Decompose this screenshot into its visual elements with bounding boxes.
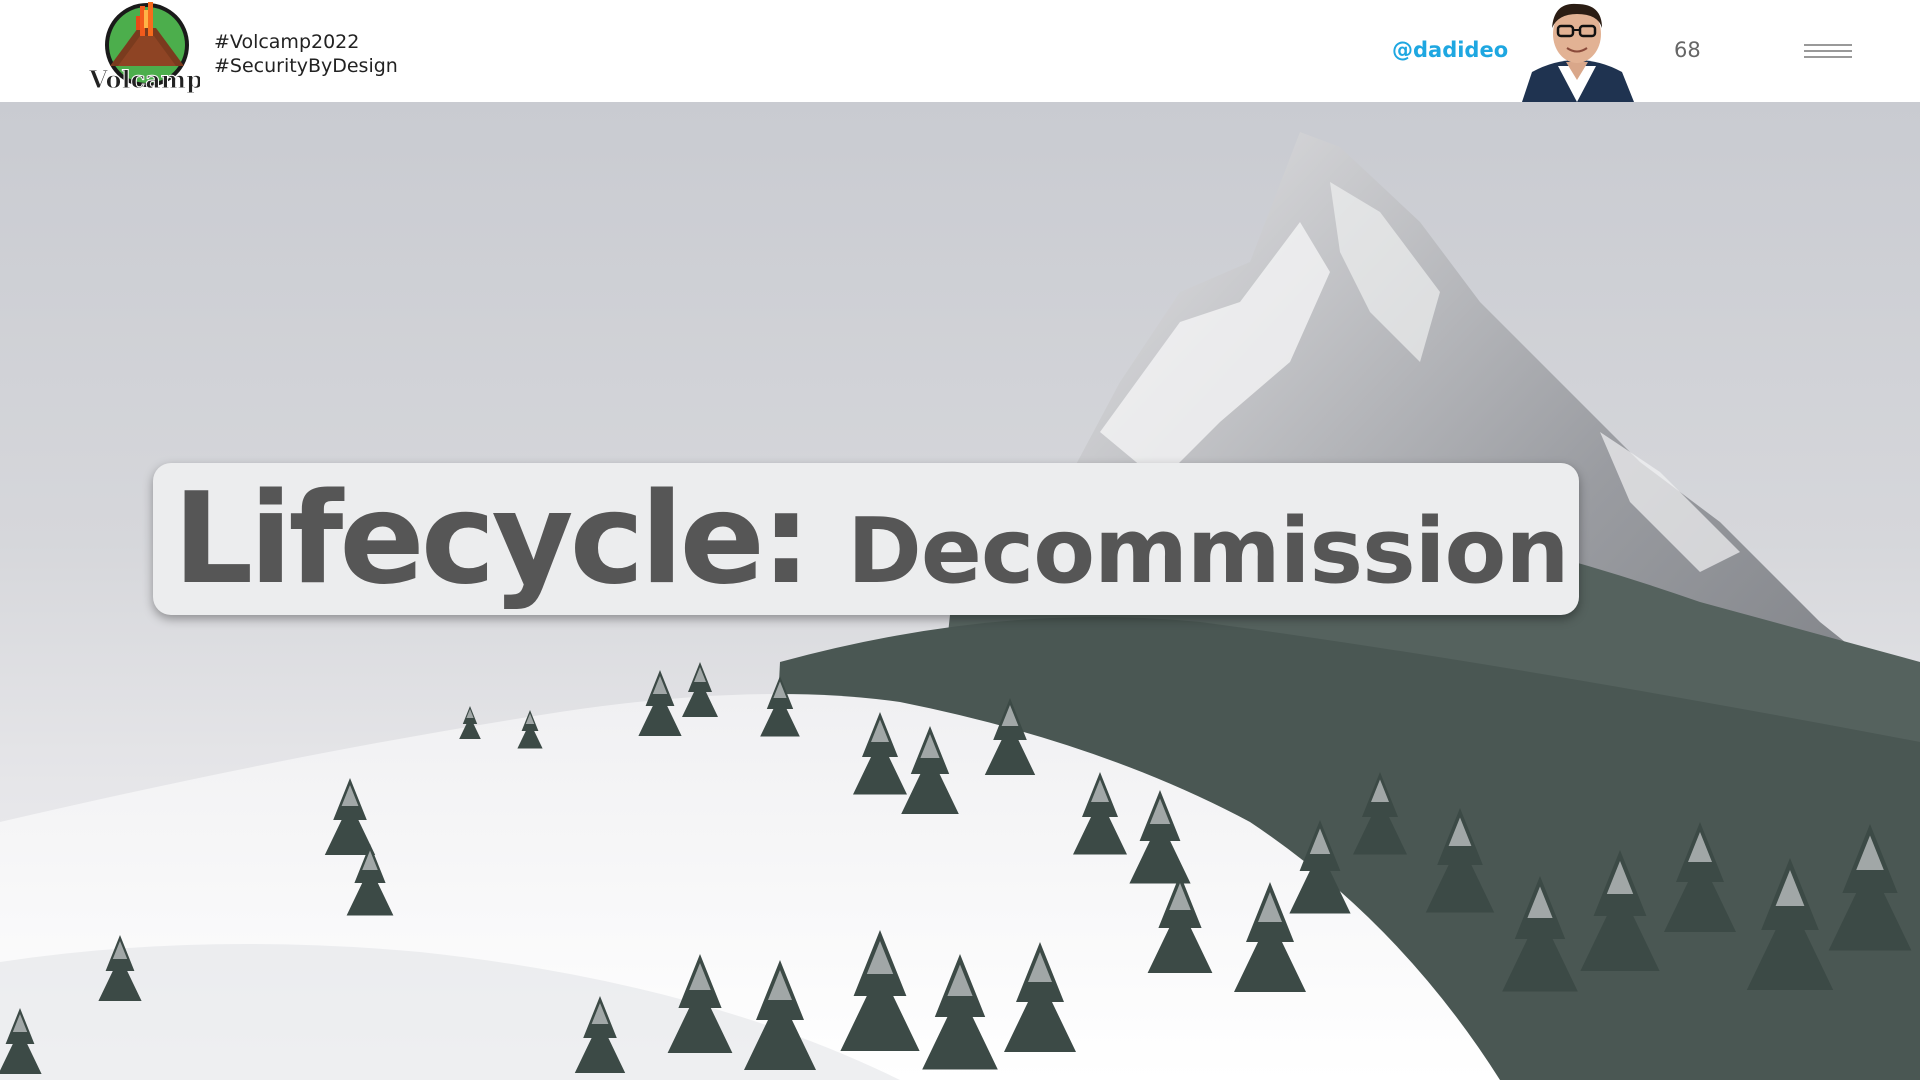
logo-text: Volcamp <box>88 65 200 94</box>
slide-header: Volcamp #Volcamp2022 #SecurityByDesign @… <box>0 0 1920 102</box>
hashtag-security: #SecurityByDesign <box>214 55 398 77</box>
volcamp-logo: Volcamp <box>88 0 203 95</box>
hamburger-menu-icon[interactable] <box>1804 44 1852 62</box>
hashtags: #Volcamp2022 #SecurityByDesign <box>214 30 398 78</box>
title-main: Lifecycle: <box>173 465 811 612</box>
hashtag-volcamp: #Volcamp2022 <box>214 31 360 53</box>
twitter-handle-link[interactable]: @dadideo <box>1392 38 1508 62</box>
title-sub: Decommission <box>847 499 1569 604</box>
speaker-avatar <box>1514 0 1640 102</box>
slide-number: 68 <box>1674 38 1701 62</box>
slide-title-banner: Lifecycle: Decommission <box>153 463 1579 615</box>
slide-title: Lifecycle: Decommission <box>173 469 1569 622</box>
